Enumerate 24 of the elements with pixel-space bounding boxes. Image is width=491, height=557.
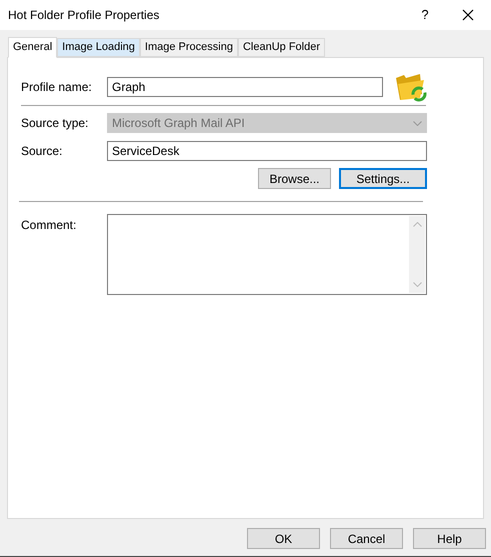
close-icon	[462, 9, 474, 21]
scrollbar[interactable]	[409, 216, 425, 293]
field-label: Source:	[21, 143, 64, 160]
dialog-button[interactable]: Browse...	[258, 168, 331, 189]
chevron-up-icon	[412, 222, 422, 227]
source-field[interactable]: ServiceDesk	[107, 141, 427, 161]
tab[interactable]: CleanUp Folder	[238, 38, 326, 57]
profile-name-field[interactable]: Graph	[107, 77, 383, 97]
comment-field[interactable]	[107, 214, 427, 295]
tab[interactable]: Image Loading	[57, 38, 140, 57]
dialog-button[interactable]: Cancel	[330, 528, 403, 549]
dialog-button[interactable]: Help	[413, 528, 486, 549]
folder-refresh-icon	[394, 72, 428, 102]
window-title: Hot Folder Profile Properties	[8, 7, 160, 24]
field-label: Comment:	[21, 217, 78, 234]
field-label: Source type:	[21, 115, 90, 132]
dialog-button[interactable]: Settings...	[339, 168, 427, 189]
tab[interactable]: Image Processing	[140, 38, 238, 57]
help-button[interactable]: ?	[405, 0, 445, 30]
tab[interactable]: General	[8, 37, 58, 58]
chevron-down-icon	[413, 120, 422, 126]
dialog-button[interactable]: OK	[247, 528, 320, 549]
chevron-down-icon	[412, 282, 422, 287]
field-label: Profile name:	[21, 79, 93, 96]
